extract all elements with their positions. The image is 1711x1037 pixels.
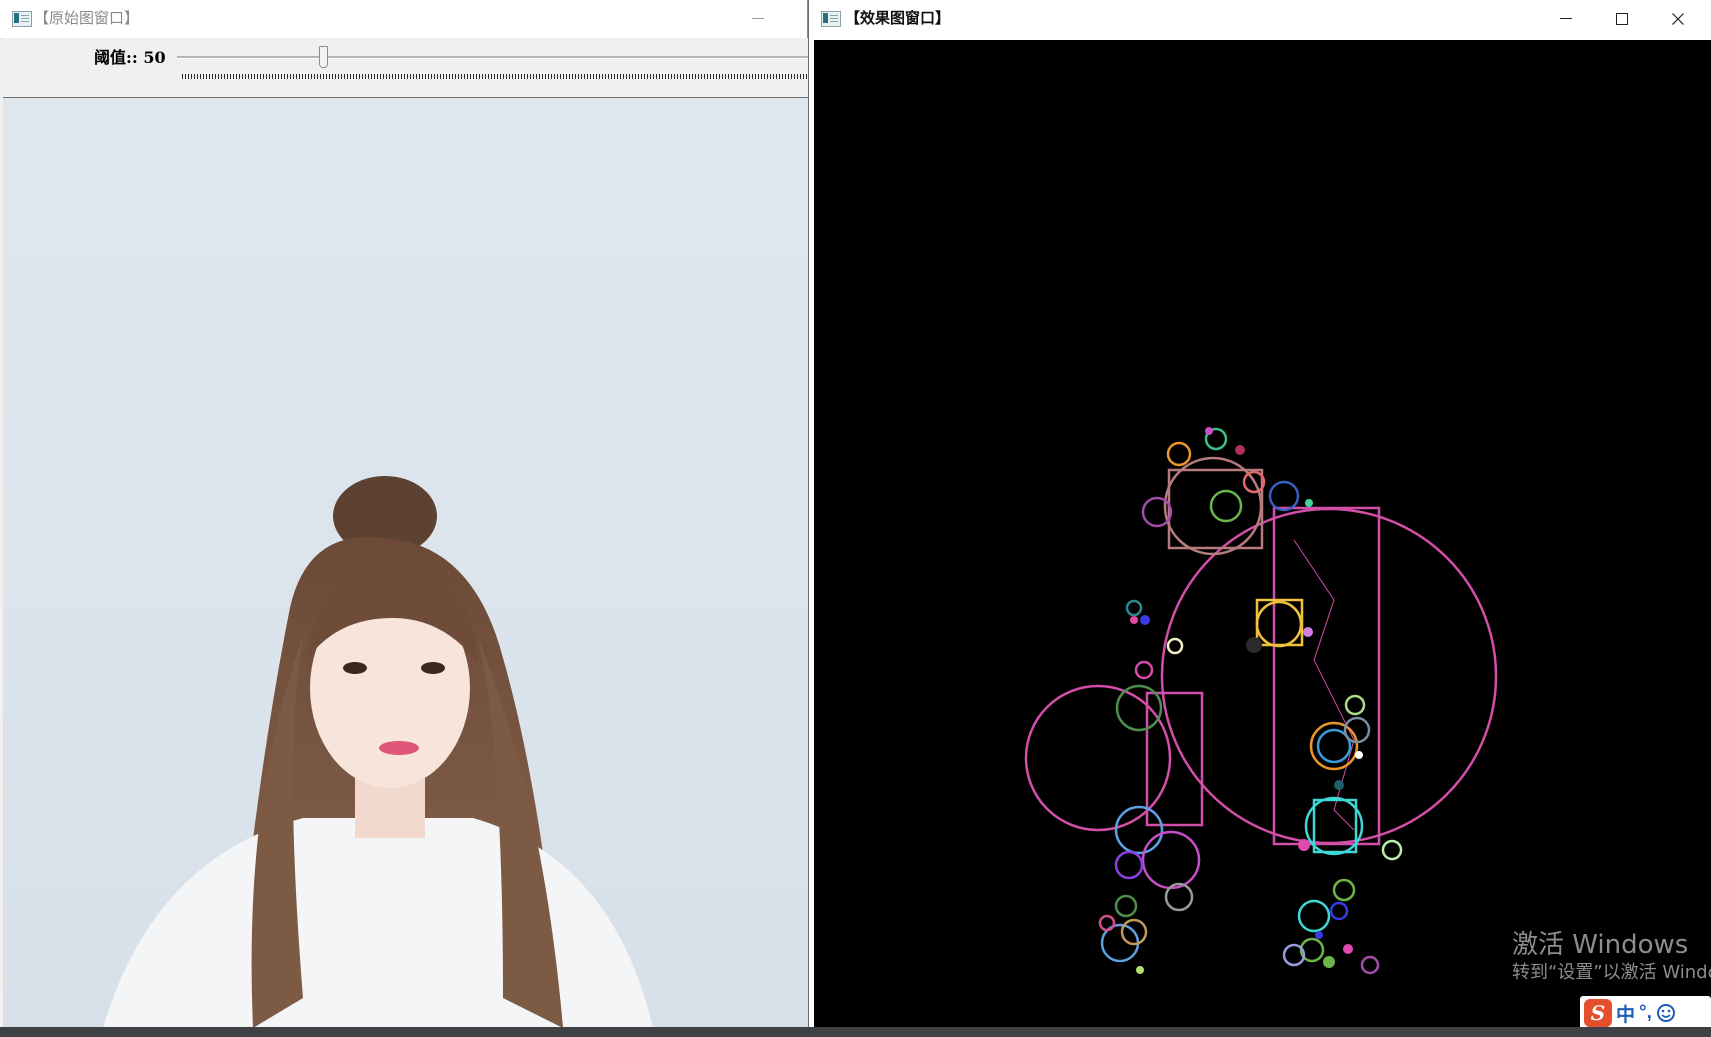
slider-thumb[interactable] — [319, 46, 328, 68]
smiley-icon[interactable] — [1656, 1003, 1676, 1023]
activation-watermark-title: 激活 Windows — [1512, 930, 1689, 960]
original-image-window: 【原始图窗口】 阈值:: 50 — [0, 0, 808, 1037]
contour-result-image — [814, 40, 1711, 1027]
maximize-button[interactable] — [1594, 0, 1650, 38]
window-title: 【原始图窗口】 — [34, 10, 140, 27]
threshold-label: 阈值:: 50 — [94, 48, 166, 67]
minimize-button[interactable] — [1538, 0, 1594, 38]
sogou-logo-icon[interactable]: S — [1584, 999, 1612, 1027]
app-icon — [821, 11, 841, 27]
activation-watermark-subtitle: 转到“设置”以激活 Windo — [1512, 962, 1711, 983]
window-title: 【效果图窗口】 — [845, 10, 951, 27]
slider-track[interactable] — [177, 56, 808, 59]
ime-toolbar[interactable]: S 中 °, — [1580, 996, 1711, 1030]
title-bar[interactable]: 【原始图窗口】 — [0, 0, 807, 39]
slider-ticks — [182, 74, 808, 79]
portrait-image — [103, 476, 653, 1028]
original-photo — [3, 97, 808, 1028]
taskbar-strip — [0, 1027, 1711, 1037]
close-button[interactable] — [1650, 0, 1706, 38]
ime-mode-chinese[interactable]: 中 — [1616, 1000, 1635, 1027]
threshold-trackbar: 阈值:: 50 — [2, 38, 808, 97]
effect-image-window: 【效果图窗口】 — [808, 0, 1711, 1037]
contours-drawing — [1024, 427, 1498, 975]
app-icon — [12, 11, 32, 27]
title-bar[interactable]: 【效果图窗口】 — [809, 0, 1711, 38]
ime-punctuation[interactable]: °, — [1639, 1002, 1652, 1024]
minimize-button[interactable] — [730, 0, 786, 38]
